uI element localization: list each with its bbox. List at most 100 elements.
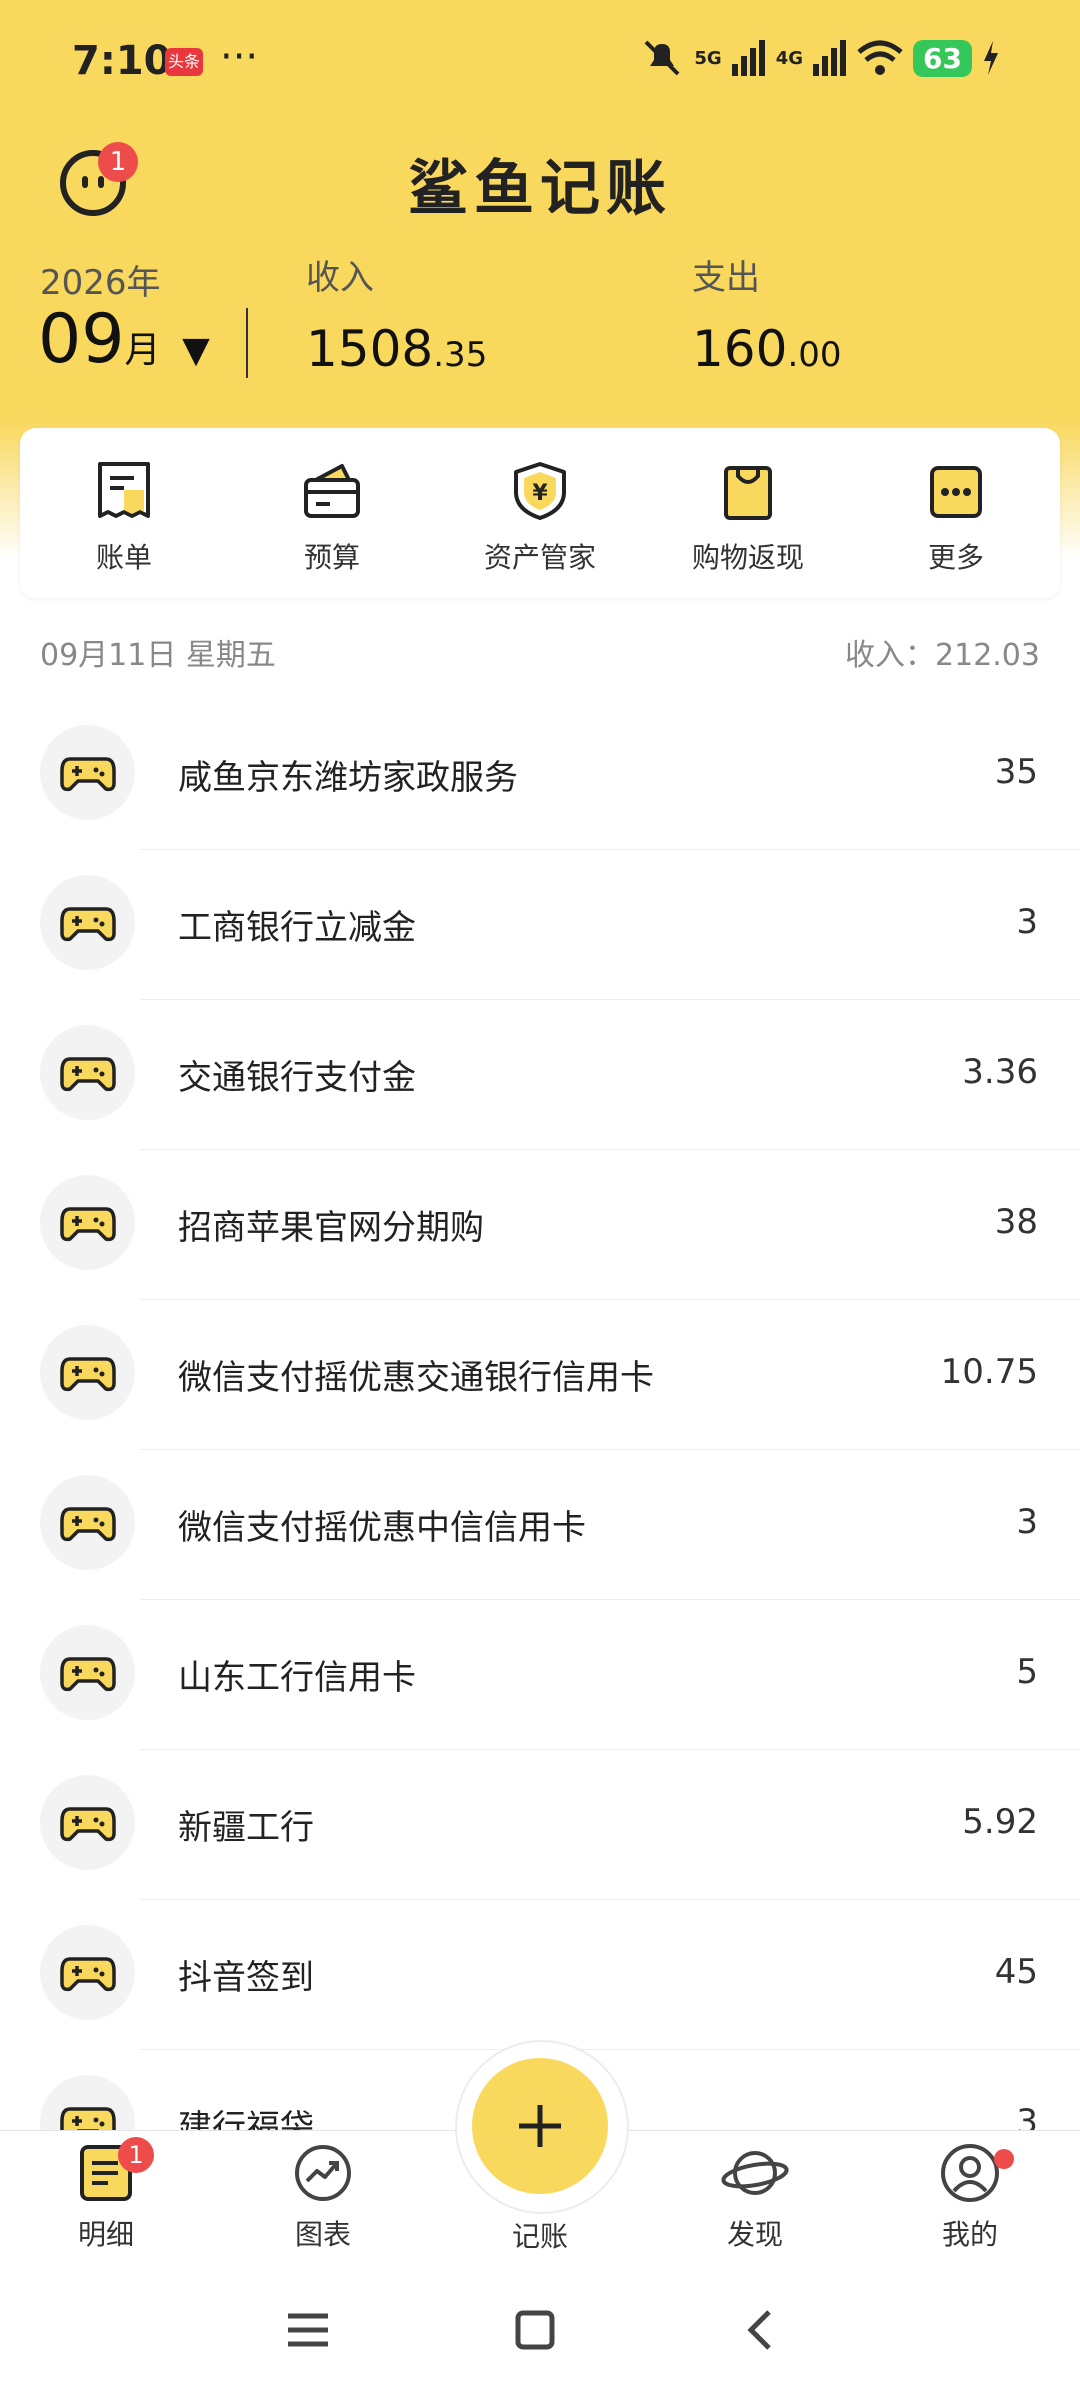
- quick-action-more[interactable]: 更多: [852, 428, 1060, 598]
- battery-level: 63: [913, 39, 972, 77]
- quick-action-budget[interactable]: 预算: [228, 428, 436, 598]
- day-date: 09月11日 星期五: [40, 638, 276, 673]
- record-name: 招商苹果官网分期购: [178, 1208, 484, 1248]
- list-item[interactable]: 咸鱼京东潍坊家政服务 35: [0, 700, 1080, 850]
- income-label: 收入: [306, 258, 374, 298]
- wallet-icon: [304, 464, 360, 518]
- gamepad-icon: [59, 1956, 116, 1991]
- list-item[interactable]: 新疆工行 5.92: [0, 1750, 1080, 1900]
- more-notifications-icon: ···: [220, 34, 259, 80]
- year-label: 2026年: [40, 263, 161, 303]
- quick-action-label: 购物返现: [691, 541, 804, 574]
- tab-discover[interactable]: 发现: [695, 2143, 815, 2253]
- month-label: 09月 ▼: [38, 300, 210, 379]
- more-dots-icon: [930, 466, 982, 518]
- gamepad-icon: [59, 1206, 116, 1241]
- quick-action-label: 更多: [927, 541, 984, 574]
- quick-actions-card: 账单 预算 ¥ 资产管家 购物返现 更多: [20, 428, 1060, 598]
- record-amount: 3: [1016, 902, 1038, 942]
- category-badge: [40, 1625, 135, 1720]
- category-badge: [40, 1475, 135, 1570]
- record-name: 交通银行支付金: [178, 1058, 416, 1098]
- network-5g-label: 5G: [694, 47, 722, 69]
- gamepad-icon: [59, 1356, 116, 1391]
- list-item[interactable]: 工商银行立减金 3: [0, 850, 1080, 1000]
- svg-text:¥: ¥: [532, 481, 548, 506]
- mute-bell-icon: [644, 40, 680, 76]
- record-name: 山东工行信用卡: [178, 1658, 416, 1698]
- back-chevron-icon[interactable]: [745, 2308, 775, 2352]
- tab-label: 发现: [726, 2218, 783, 2251]
- record-amount: 35: [994, 752, 1038, 792]
- day-header: 09月11日 星期五 收入：212.03: [40, 630, 1040, 674]
- divider: [246, 308, 248, 378]
- income-decimal: .35: [433, 335, 488, 375]
- list-item[interactable]: 交通银行支付金 3.36: [0, 1000, 1080, 1150]
- record-name: 微信支付摇优惠中信信用卡: [178, 1508, 586, 1548]
- tab-mine[interactable]: 我的: [910, 2143, 1030, 2253]
- gamepad-icon: [59, 906, 116, 941]
- status-bar: 7:10 头条 ··· 5G 4G 63: [0, 0, 1080, 125]
- income-integer: 1508: [306, 320, 434, 378]
- list-item[interactable]: 山东工行信用卡 5: [0, 1600, 1080, 1750]
- quick-action-label: 资产管家: [483, 541, 596, 574]
- notification-dot: [994, 2149, 1014, 2169]
- shopping-bag-icon: [724, 466, 772, 520]
- month-number: 09: [38, 300, 125, 379]
- record-amount: 3.36: [962, 1052, 1038, 1092]
- list-item[interactable]: 微信支付摇优惠中信信用卡 3: [0, 1450, 1080, 1600]
- tab-label: 明细: [77, 2218, 134, 2251]
- gamepad-icon: [59, 1806, 116, 1841]
- charging-icon: [984, 41, 998, 75]
- chevron-down-icon: ▼: [182, 330, 210, 371]
- record-amount: 45: [994, 1952, 1038, 1992]
- quick-action-bill[interactable]: 账单: [20, 428, 228, 598]
- shield-yuan-icon: ¥: [514, 462, 566, 520]
- record-name: 微信支付摇优惠交通银行信用卡: [178, 1358, 654, 1398]
- expense-label: 支出: [692, 258, 760, 298]
- category-badge: [40, 1325, 135, 1420]
- category-badge: [40, 1025, 135, 1120]
- record-name: 咸鱼京东潍坊家政服务: [178, 758, 518, 798]
- records-list: 咸鱼京东潍坊家政服务 35 工商银行立减金 3 交通银行支付金 3.36 招商苹…: [0, 700, 1080, 2200]
- expense-integer: 160: [692, 320, 788, 378]
- system-nav-bar: [0, 2270, 1080, 2400]
- record-amount: 5: [1016, 1652, 1038, 1692]
- quick-action-cashback[interactable]: 购物返现: [644, 428, 852, 598]
- list-item[interactable]: 抖音签到 45: [0, 1900, 1080, 2050]
- menu-icon[interactable]: [286, 2310, 330, 2350]
- record-amount: 10.75: [940, 1352, 1038, 1392]
- tab-record[interactable]: 记账: [480, 2209, 600, 2255]
- list-item[interactable]: 招商苹果官网分期购 38: [0, 1150, 1080, 1300]
- category-badge: [40, 1175, 135, 1270]
- add-record-button[interactable]: [472, 2058, 608, 2194]
- category-badge: [40, 1925, 135, 2020]
- tab-detail[interactable]: 明细 1: [46, 2137, 166, 2253]
- list-item[interactable]: 微信支付摇优惠交通银行信用卡 10.75: [0, 1300, 1080, 1450]
- record-amount: 3: [1016, 1502, 1038, 1542]
- record-amount: 5.92: [962, 1802, 1038, 1842]
- month-suffix: 月: [124, 330, 161, 371]
- income-amount: 1508.35: [306, 320, 487, 378]
- quick-action-assets[interactable]: ¥ 资产管家: [436, 428, 644, 598]
- status-time: 7:10: [72, 38, 172, 84]
- category-badge: [40, 725, 135, 820]
- bill-icon: [98, 462, 150, 518]
- day-income-summary: 收入：212.03: [845, 638, 1040, 673]
- expense-decimal: .00: [787, 335, 842, 375]
- tab-charts[interactable]: 图表: [263, 2143, 383, 2253]
- home-square-icon[interactable]: [515, 2310, 555, 2350]
- app-title: 鲨鱼记账: [408, 154, 672, 224]
- network-4g-label: 4G: [775, 47, 804, 69]
- gamepad-icon: [59, 1056, 116, 1091]
- expense-amount: 160.00: [692, 320, 842, 378]
- record-name: 抖音签到: [178, 1958, 314, 1998]
- category-badge: [40, 875, 135, 970]
- status-icons: 5G 4G 63: [640, 38, 1000, 78]
- user-profile-icon: [941, 2144, 999, 2202]
- wifi-icon: [857, 40, 903, 75]
- tab-label: 我的: [941, 2218, 998, 2251]
- record-amount: 38: [994, 1202, 1038, 1242]
- plus-icon: [519, 2105, 561, 2147]
- gamepad-icon: [59, 756, 116, 791]
